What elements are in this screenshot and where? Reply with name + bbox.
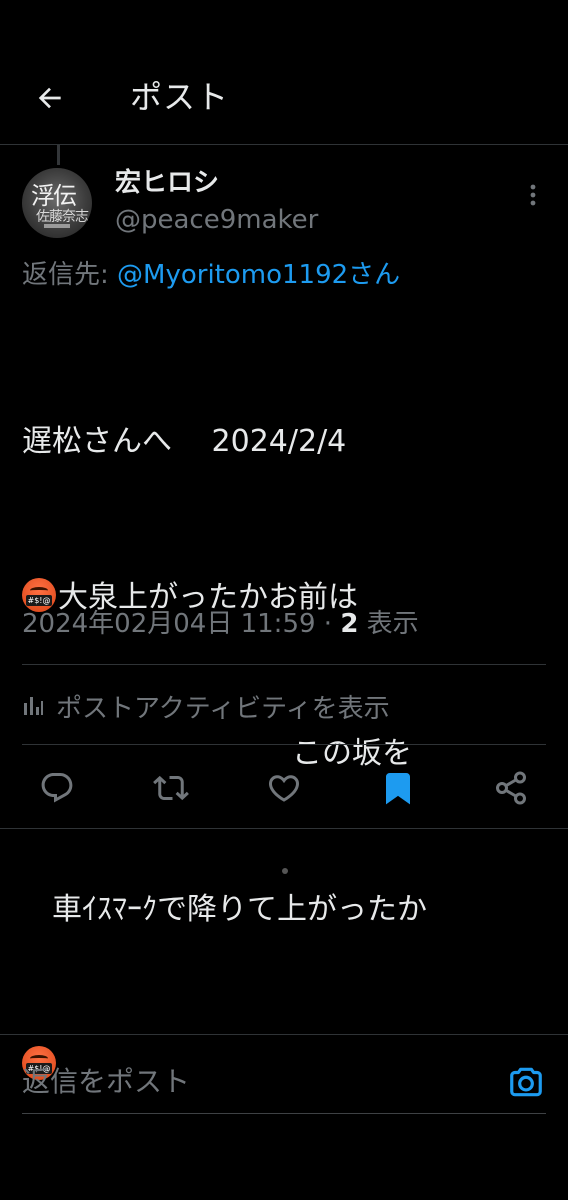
reply-mention-link[interactable]: @Myoritomo1192さん xyxy=(117,260,400,290)
divider xyxy=(0,828,568,829)
back-button[interactable] xyxy=(24,72,76,124)
bookmark-button[interactable] xyxy=(378,768,418,808)
page-title: ポスト xyxy=(130,78,230,116)
post-line-4: 車ｲｽﾏｰｸで降りて上がったか xyxy=(22,892,427,927)
more-options-button[interactable] xyxy=(516,178,550,212)
avatar[interactable]: 浮伝 佐藤奈志 xyxy=(22,168,92,238)
reply-to-line: 返信先: @Myoritomo1192さん xyxy=(22,258,400,292)
avatar-text-bottom: 佐藤奈志 xyxy=(36,209,89,225)
heart-icon xyxy=(268,775,300,802)
action-bar xyxy=(0,762,568,814)
post-text: 遅松さんへ 2024/2/4 大泉上がったかお前は この坂を 車ｲｽﾏｰｸで降り… xyxy=(22,312,562,1144)
divider xyxy=(22,744,546,745)
reply-button[interactable] xyxy=(37,768,77,808)
post-activity-link[interactable]: ポストアクティビティを表示 xyxy=(22,686,390,726)
views-label: 表示 xyxy=(358,609,419,639)
repost-icon xyxy=(153,775,189,801)
share-button[interactable] xyxy=(491,768,531,808)
composer-divider xyxy=(0,1034,568,1035)
views-count: 2 xyxy=(340,609,359,639)
post-timestamp[interactable]: 2024年02月04日 11:59 · 2 表示 xyxy=(22,606,419,642)
divider xyxy=(22,664,546,665)
loading-indicator xyxy=(282,868,288,874)
timestamp-text: 2024年02月04日 11:59 · xyxy=(22,609,341,639)
activity-label: ポストアクティビティを表示 xyxy=(56,693,390,724)
thread-connector xyxy=(57,145,60,165)
reply-input[interactable] xyxy=(22,1060,482,1104)
camera-icon xyxy=(510,1067,542,1097)
bookmark-icon xyxy=(386,773,410,805)
more-vertical-icon xyxy=(530,184,536,206)
camera-button[interactable] xyxy=(504,1060,548,1104)
avatar-caption-bar xyxy=(44,224,70,228)
like-button[interactable] xyxy=(264,768,304,808)
author-handle[interactable]: @peace9maker xyxy=(115,203,318,237)
share-icon xyxy=(496,771,526,805)
author-display-name[interactable]: 宏ヒロシ xyxy=(115,166,219,200)
repost-button[interactable] xyxy=(151,768,191,808)
composer-underline xyxy=(22,1113,546,1114)
top-bar: ポスト xyxy=(0,0,568,145)
back-arrow-icon xyxy=(38,87,61,109)
post-line-1: 遅松さんへ 2024/2/4 xyxy=(22,424,347,459)
analytics-icon xyxy=(24,697,43,715)
reply-to-prefix: 返信先: xyxy=(22,260,118,290)
reply-icon xyxy=(41,773,73,803)
